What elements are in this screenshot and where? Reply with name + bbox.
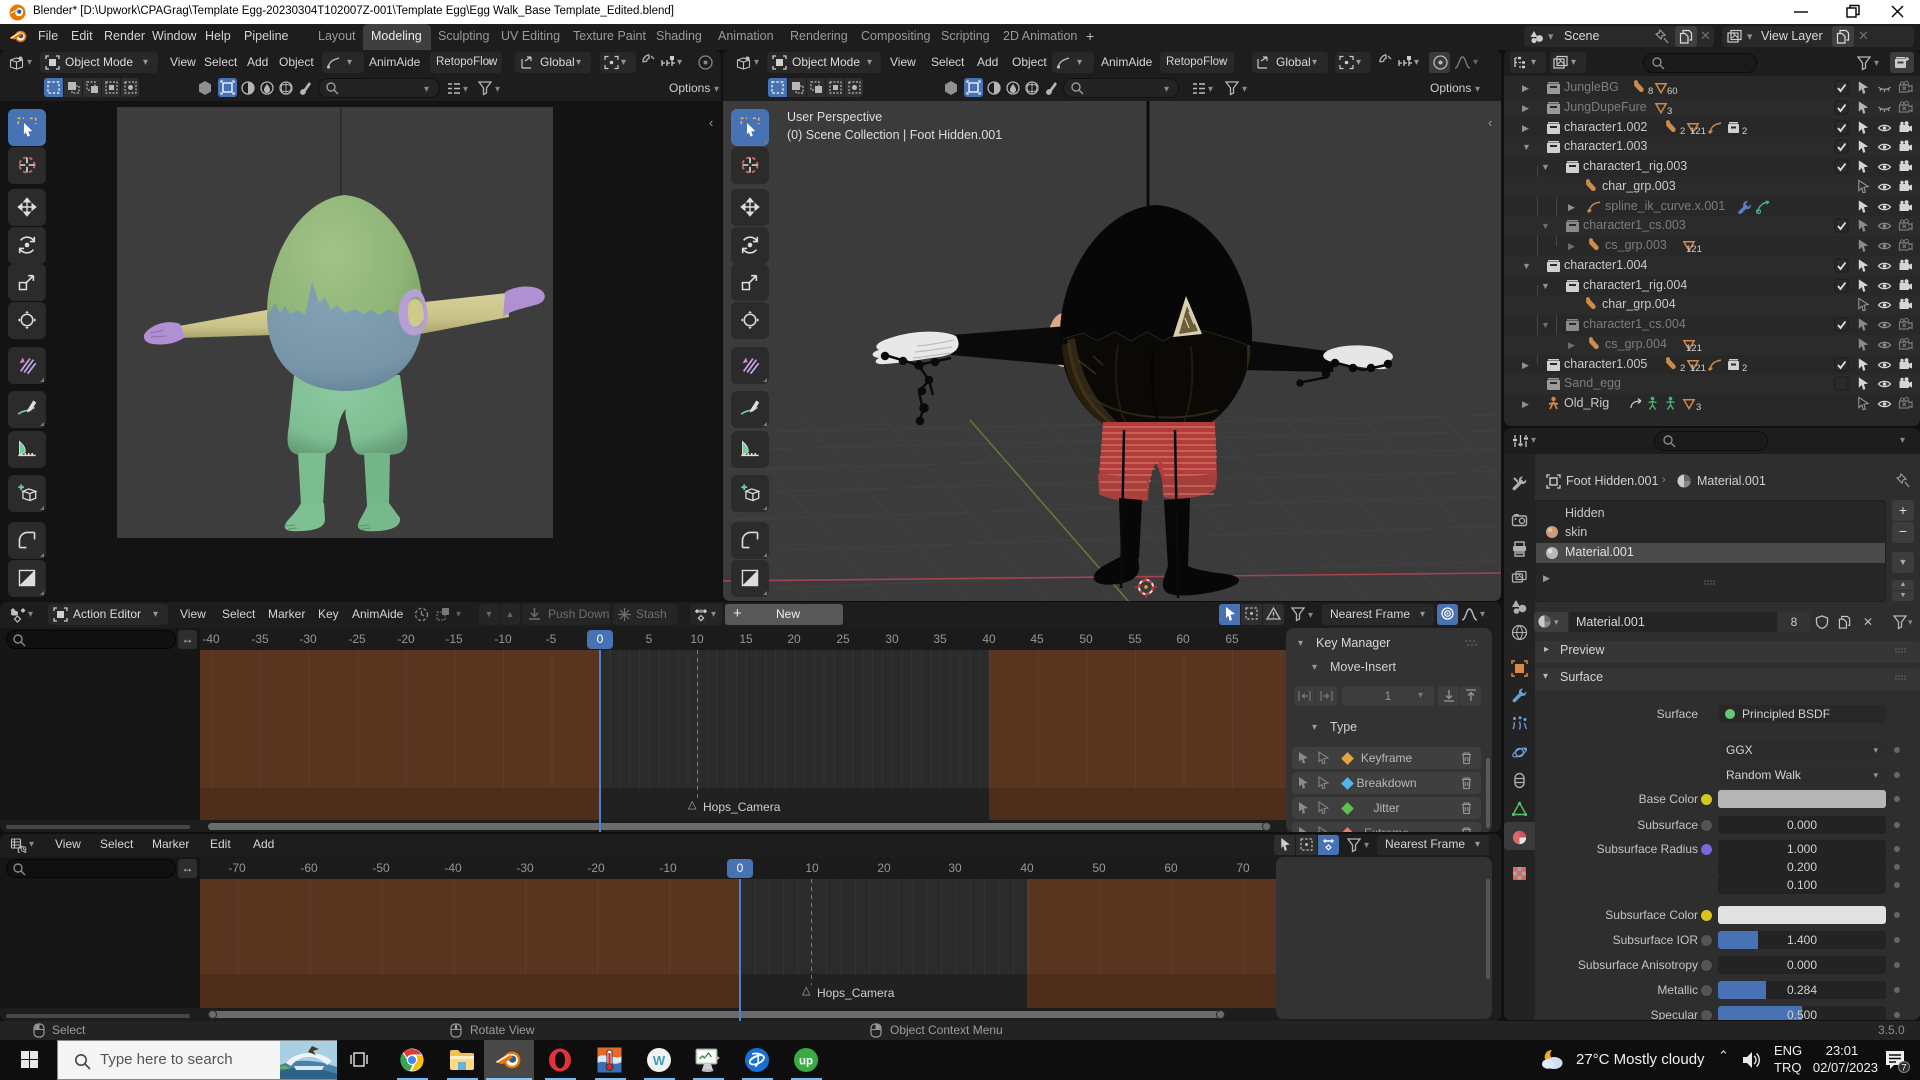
svg-text:W: W [653,1053,666,1068]
svg-text:7: 7 [1901,1063,1906,1074]
svg-text:up: up [799,1056,813,1068]
